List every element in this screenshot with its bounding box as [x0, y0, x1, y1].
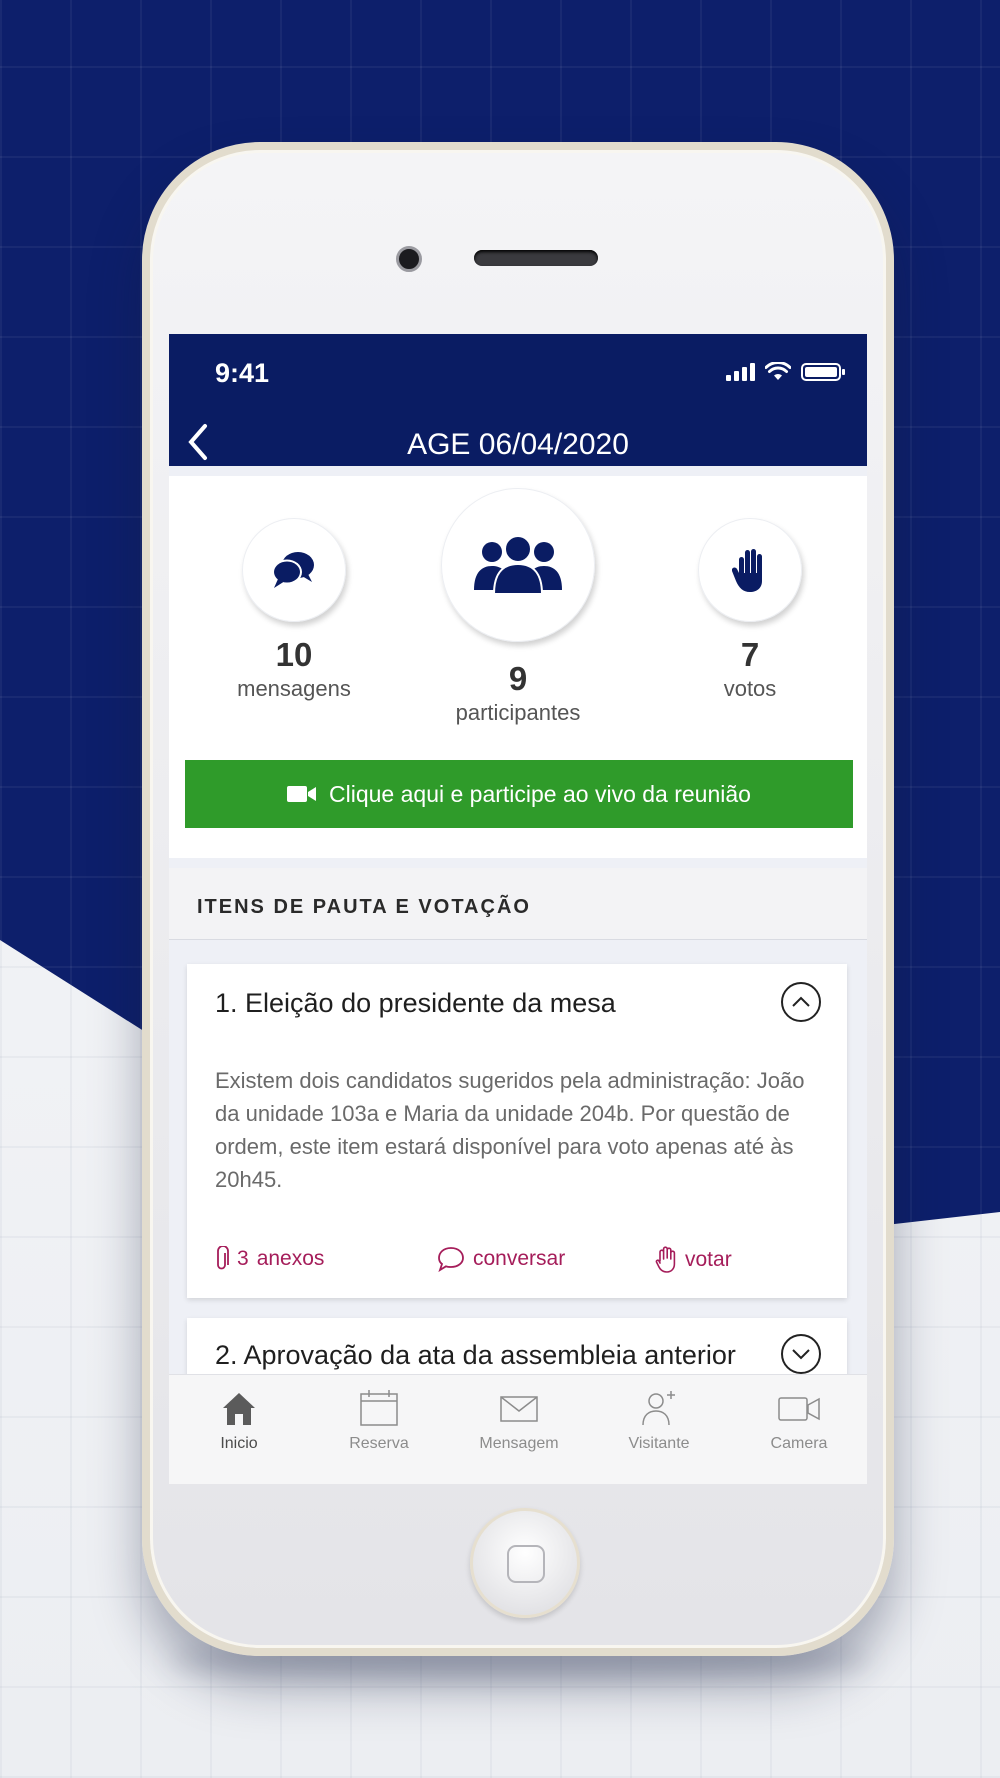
status-icons: [726, 362, 845, 382]
chat-bubbles-icon: [242, 518, 346, 622]
participants-count: 9: [508, 660, 528, 697]
meeting-stats: 10 mensagens 9 participantes 7 votos Cli…: [169, 476, 867, 858]
agenda-item-title: 2. Aprovação da ata da assembleia anteri…: [215, 1340, 736, 1370]
tab-label: Reserva: [349, 1435, 409, 1452]
page-title: AGE 06/04/2020: [407, 428, 629, 461]
tab-label: Inicio: [220, 1435, 258, 1452]
status-time: 9:41: [215, 358, 270, 388]
vote-link[interactable]: votar: [655, 1246, 732, 1274]
stat-messages[interactable]: 10 mensagens: [219, 518, 369, 702]
section-title: ITENS DE PAUTA E VOTAÇÃO: [169, 868, 867, 940]
agenda-item-title: 1. Eleição do presidente da mesa: [215, 988, 616, 1018]
chevron-down-icon: [792, 1349, 810, 1360]
envelope-icon: [500, 1396, 538, 1422]
tab-label: Visitante: [628, 1435, 690, 1452]
battery-icon: [801, 363, 845, 381]
stat-participants[interactable]: 9 participantes: [433, 488, 603, 726]
tab-inicio[interactable]: Inicio: [169, 1389, 309, 1453]
attachments-link[interactable]: 3 anexos: [215, 1246, 324, 1272]
tab-label: Mensagem: [479, 1435, 559, 1452]
home-button-square: [507, 1545, 545, 1583]
conversation-link[interactable]: conversar: [437, 1246, 565, 1272]
phone-mockup: 9:41 AGE 06/04/2020 10 mensagens 9 parti…: [142, 142, 894, 1656]
conversation-label: conversar: [473, 1247, 566, 1270]
group-people-icon: [441, 488, 595, 642]
stat-votes[interactable]: 7 votos: [675, 518, 825, 702]
messages-count: 10: [275, 636, 313, 673]
expand-toggle-button[interactable]: [781, 1334, 821, 1374]
navigation-bar: 9:41 AGE 06/04/2020: [169, 334, 867, 466]
attachments-label: anexos: [256, 1247, 325, 1270]
agenda-item-description: Existem dois candidatos sugeridos pela a…: [215, 1068, 805, 1192]
votes-count: 7: [740, 636, 760, 673]
join-live-meeting-button[interactable]: Clique aqui e participe ao vivo da reuni…: [185, 760, 853, 828]
front-camera: [396, 246, 422, 272]
raised-hand-icon: [698, 518, 802, 622]
signal-icon: [726, 363, 755, 381]
collapse-toggle-button[interactable]: [781, 982, 821, 1022]
wifi-icon: [765, 362, 791, 380]
visitor-icon: [642, 1391, 675, 1426]
messages-label: mensagens: [237, 676, 351, 701]
tab-reserva[interactable]: Reserva: [309, 1389, 449, 1453]
camera-icon: [778, 1397, 820, 1421]
calendar-icon: [360, 1390, 398, 1426]
vote-label: votar: [685, 1248, 732, 1271]
home-button[interactable]: [470, 1508, 580, 1618]
tab-mensagem[interactable]: Mensagem: [449, 1389, 589, 1453]
votes-label: votos: [723, 676, 777, 701]
attachments-count: 3: [237, 1247, 249, 1270]
agenda-item-card: 1. Eleição do presidente da mesa Existem…: [187, 964, 847, 1298]
paperclip-icon: [217, 1246, 229, 1270]
participants-label: participantes: [455, 700, 581, 725]
agenda-item-actions: 3 anexos conversar votar: [215, 1246, 825, 1276]
home-icon: [223, 1393, 255, 1425]
join-live-label: Clique aqui e participe ao vivo da reuni…: [329, 780, 751, 807]
earpiece-speaker: [474, 250, 598, 266]
video-camera-icon: [287, 786, 317, 802]
tab-visitante[interactable]: Visitante: [589, 1389, 729, 1453]
chevron-up-icon: [792, 996, 810, 1007]
tab-label: Camera: [770, 1435, 828, 1452]
hand-icon: [655, 1246, 676, 1273]
tab-bar: Inicio Reserva Mensagem Visitante Camera: [169, 1374, 867, 1484]
app-screen: 9:41 AGE 06/04/2020 10 mensagens 9 parti…: [169, 334, 867, 1484]
chat-bubble-icon: [438, 1247, 464, 1272]
tab-camera[interactable]: Camera: [729, 1389, 867, 1453]
